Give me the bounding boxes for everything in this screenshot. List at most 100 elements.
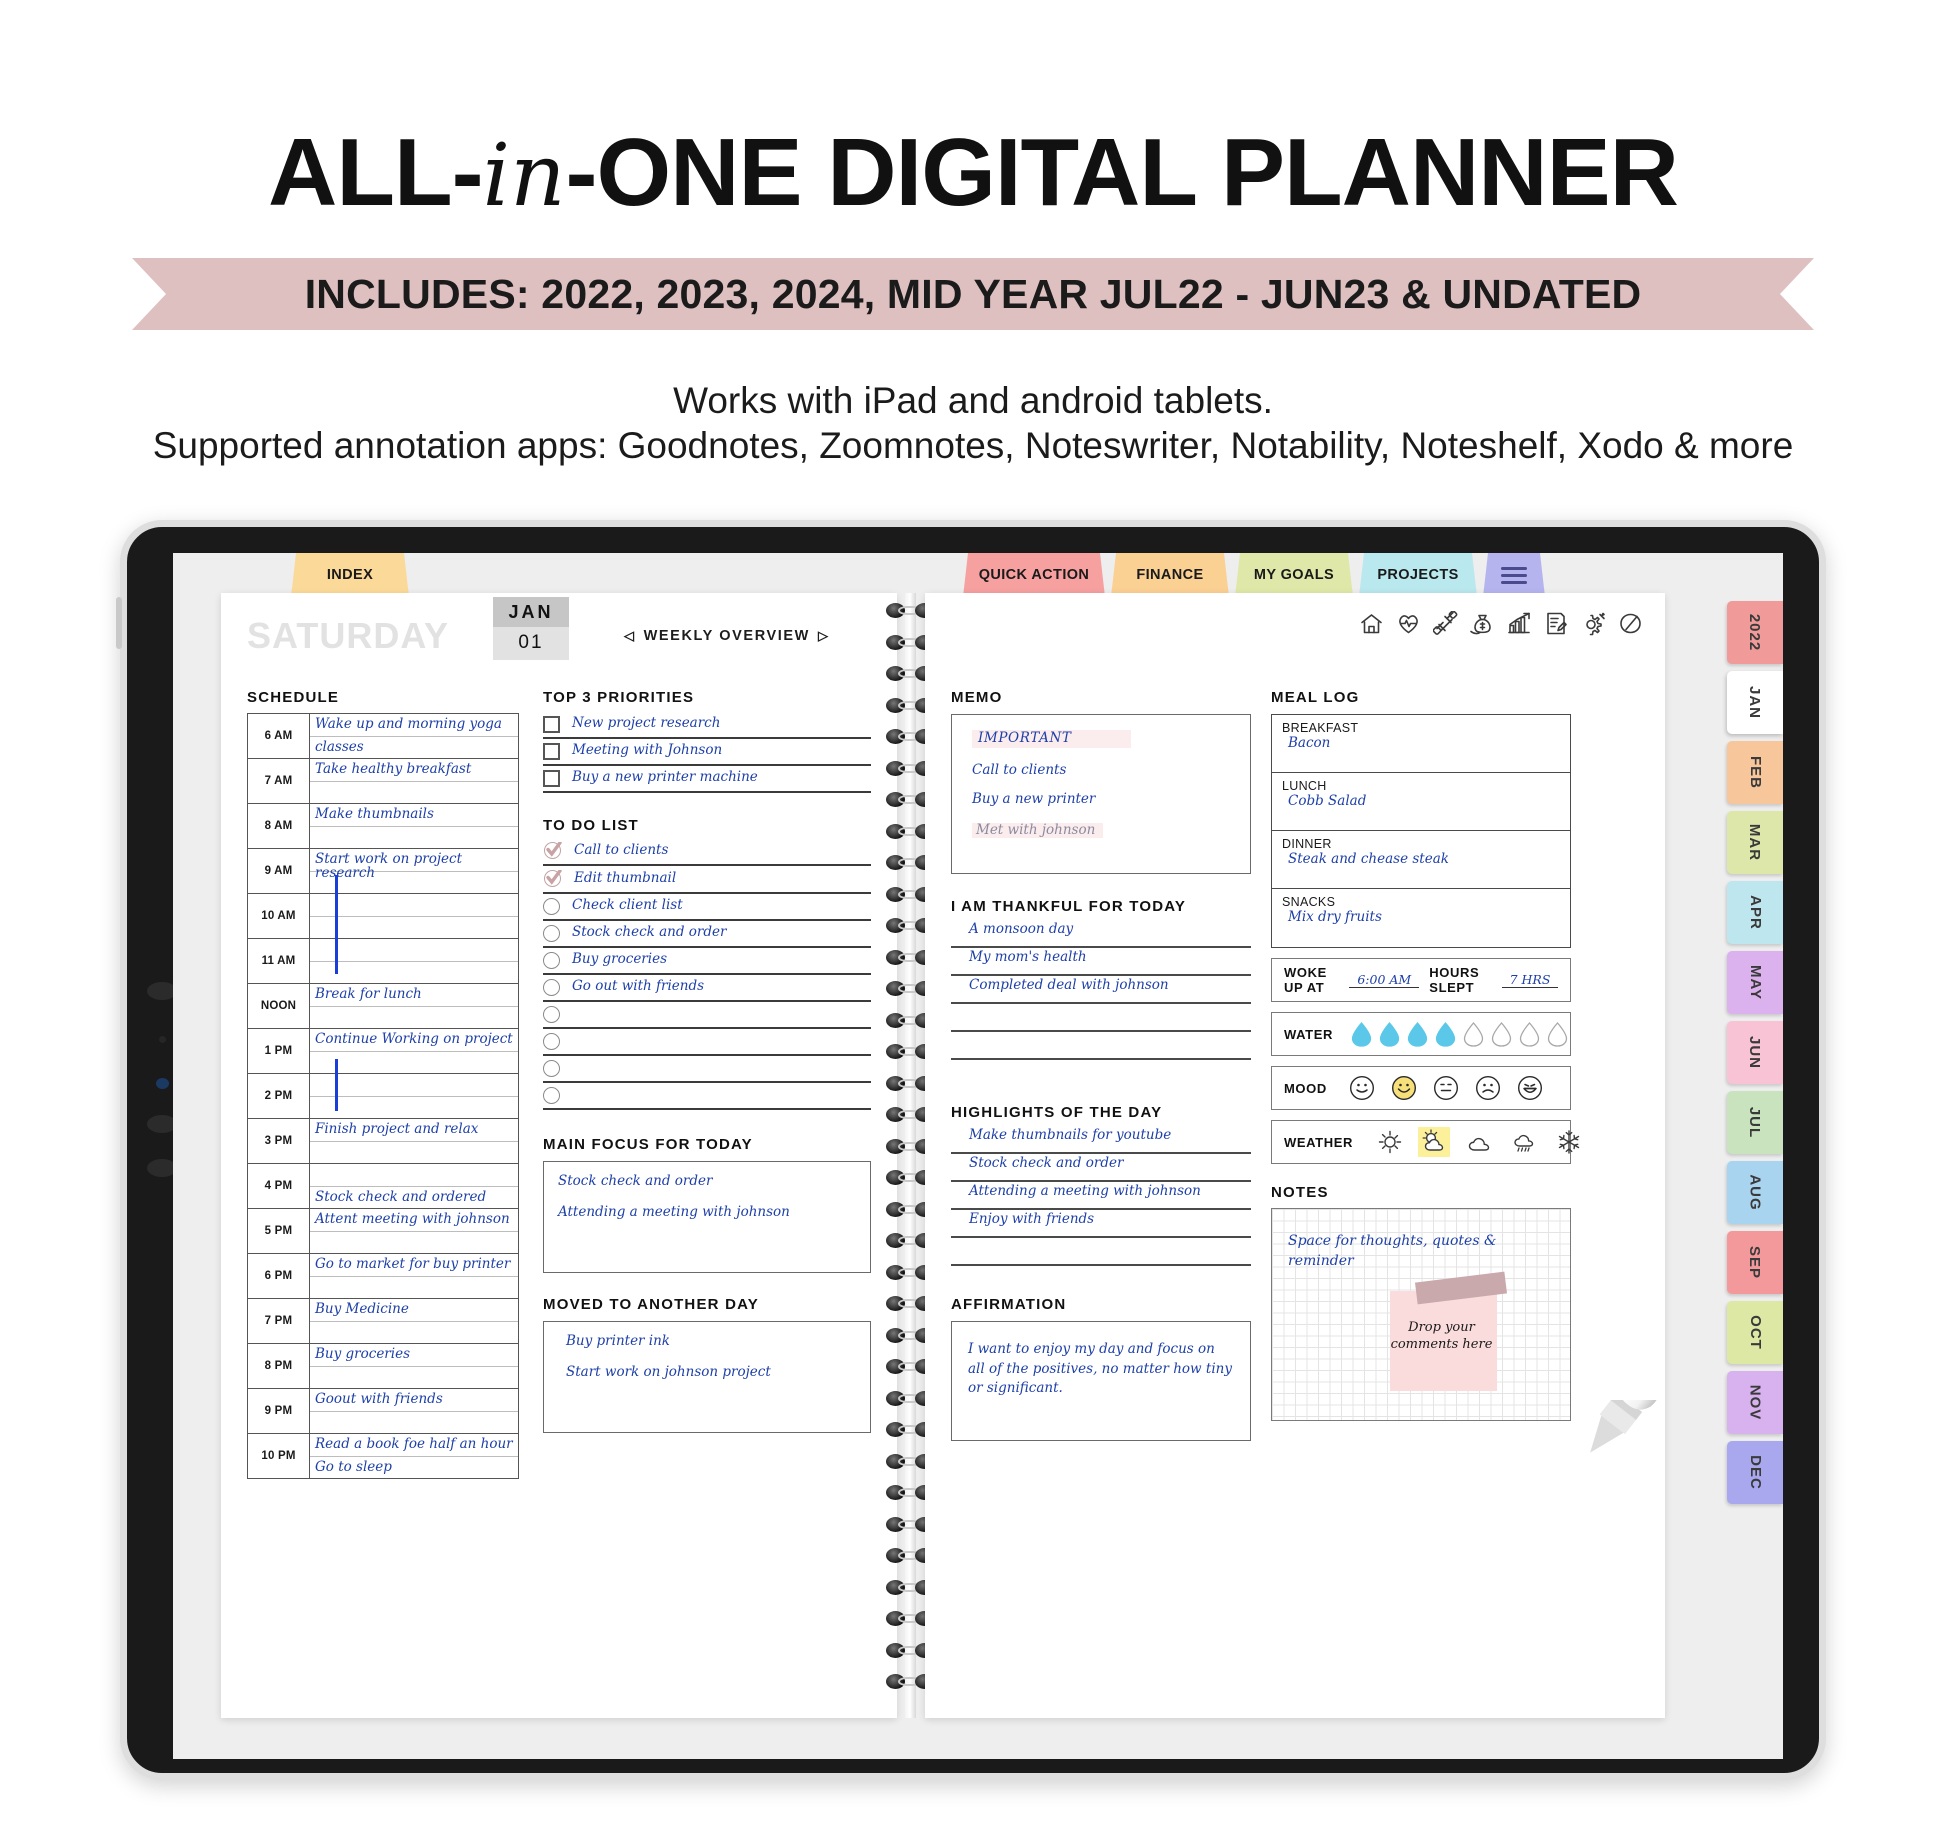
rain-icon[interactable]	[1508, 1127, 1540, 1157]
notepad-pencil-icon[interactable]	[1544, 611, 1569, 636]
water-drop-empty-icon[interactable]	[1463, 1021, 1484, 1047]
schedule-row[interactable]: 8 PM Buy groceries	[247, 1343, 519, 1389]
month-tab-may[interactable]: MAY	[1727, 951, 1783, 1014]
circle-checkbox-icon[interactable]	[543, 1086, 560, 1104]
schedule-row[interactable]: 6 PM Go to market for buy printer	[247, 1253, 519, 1299]
water-tracker[interactable]: WATER	[1271, 1012, 1571, 1056]
todo-row[interactable]: Go out with friends	[543, 975, 871, 1002]
top-tab-quick-action[interactable]: QUICK ACTION	[963, 553, 1105, 597]
highlight-row[interactable]: Enjoy with friends	[951, 1210, 1251, 1238]
schedule-row[interactable]: NOON Break for lunch	[247, 983, 519, 1029]
highlight-row[interactable]: Stock check and order	[951, 1154, 1251, 1182]
month-tab-oct[interactable]: OCT	[1727, 1301, 1783, 1364]
schedule-entry[interactable]: Start work on project research	[309, 848, 519, 894]
todo-row[interactable]	[543, 1083, 871, 1110]
meal-log-box[interactable]: BREAKFAST Bacon LUNCH Cobb Salad DINNER Steak…	[1271, 714, 1571, 948]
schedule-row[interactable]: 7 AM Take healthy breakfast	[247, 758, 519, 804]
meal-cell[interactable]: SNACKS Mix dry fruits	[1272, 889, 1570, 947]
highlight-row[interactable]	[951, 1238, 1251, 1266]
water-drops[interactable]	[1351, 1021, 1568, 1047]
thankful-row[interactable]	[951, 1004, 1251, 1032]
checked-circle-icon[interactable]	[543, 841, 562, 860]
woke-up-value[interactable]: 6:00 AM	[1349, 972, 1420, 988]
schedule-entry[interactable]: Stock check and ordered	[309, 1163, 519, 1209]
checkbox-icon[interactable]	[543, 769, 560, 787]
todo-row[interactable]: Edit thumbnail	[543, 866, 871, 894]
month-tab-jun[interactable]: JUN	[1727, 1021, 1783, 1084]
mood-faces[interactable]	[1349, 1075, 1543, 1101]
month-tab-mar[interactable]: MAR	[1727, 811, 1783, 874]
schedule-entry[interactable]	[309, 1073, 519, 1119]
highlight-row[interactable]: Make thumbnails for youtube	[951, 1126, 1251, 1154]
weather-tracker[interactable]: WEATHER	[1271, 1120, 1580, 1164]
checkbox-icon[interactable]	[543, 742, 560, 760]
circle-checkbox-icon[interactable]	[543, 1059, 560, 1077]
schedule-row[interactable]: 6 AM Wake up and morning yoga classes	[247, 713, 519, 759]
power-button[interactable]	[116, 597, 122, 649]
water-drop-empty-icon[interactable]	[1547, 1021, 1568, 1047]
schedule-entry[interactable]: Take healthy breakfast	[309, 758, 519, 804]
schedule-row[interactable]: 9 AM Start work on project research	[247, 848, 519, 894]
checkbox-icon[interactable]	[543, 715, 560, 733]
priority-row[interactable]: New project research	[543, 712, 871, 739]
todo-row[interactable]: Call to clients	[543, 838, 871, 866]
mood-grin-icon[interactable]	[1391, 1075, 1417, 1101]
priority-row[interactable]: Meeting with Johnson	[543, 739, 871, 766]
schedule-row[interactable]: 5 PM Attent meeting with johnson	[247, 1208, 519, 1254]
schedule-entry[interactable]: Attent meeting with johnson	[309, 1208, 519, 1254]
month-tab-jan[interactable]: JAN	[1727, 671, 1783, 734]
gear-icon[interactable]	[1581, 611, 1606, 636]
growth-chart-icon[interactable]	[1507, 611, 1532, 636]
schedule-entry[interactable]: Finish project and relax	[309, 1118, 519, 1164]
todo-row[interactable]: Buy groceries	[543, 948, 871, 975]
water-drop-filled-icon[interactable]	[1407, 1021, 1428, 1047]
schedule-entry[interactable]: Buy groceries	[309, 1343, 519, 1389]
todo-row[interactable]	[543, 1029, 871, 1056]
cloud-icon[interactable]	[1463, 1127, 1495, 1157]
top-tab-menu[interactable]	[1483, 553, 1545, 597]
affirmation-box[interactable]: I want to enjoy my day and focus on all …	[951, 1321, 1251, 1441]
mood-tracker[interactable]: MOOD	[1271, 1066, 1571, 1110]
schedule-row[interactable]: 10 PM Read a book foe half an hour Go to s…	[247, 1433, 519, 1479]
schedule-row[interactable]: 3 PM Finish project and relax	[247, 1118, 519, 1164]
home-icon[interactable]	[1359, 611, 1384, 636]
schedule-entry[interactable]: Read a book foe half an hour Go to sleep	[309, 1433, 519, 1479]
schedule-entry[interactable]	[309, 938, 519, 984]
water-drop-filled-icon[interactable]	[1435, 1021, 1456, 1047]
sticky-note[interactable]: Drop your comments here	[1390, 1271, 1508, 1391]
meal-cell[interactable]: LUNCH Cobb Salad	[1272, 773, 1570, 831]
month-tab-apr[interactable]: APR	[1727, 881, 1783, 944]
schedule-entry[interactable]: Make thumbnails	[309, 803, 519, 849]
thankful-row[interactable]: Completed deal with johnson	[951, 976, 1251, 1004]
schedule-entry[interactable]: Go to market for buy printer	[309, 1253, 519, 1299]
schedule-entry[interactable]: Wake up and morning yoga classes	[309, 713, 519, 759]
schedule-entry[interactable]: Continue Working on project	[309, 1028, 519, 1074]
prev-arrow-icon[interactable]: ◁	[624, 628, 636, 644]
sun-icon[interactable]	[1373, 1127, 1405, 1157]
top-tab-finance[interactable]: FINANCE	[1111, 553, 1229, 597]
partly-cloudy-icon[interactable]	[1417, 1127, 1450, 1157]
month-tab-nov[interactable]: NOV	[1727, 1371, 1783, 1434]
mood-laugh-icon[interactable]	[1517, 1075, 1543, 1101]
main-focus-box[interactable]: Stock check and order Attending a meetin…	[543, 1161, 871, 1273]
sleep-strip[interactable]: WOKE UP AT 6:00 AM HOURS SLEPT 7 HRS	[1271, 958, 1571, 1002]
priority-row[interactable]: Buy a new printer machine	[543, 766, 871, 793]
todo-row[interactable]: Stock check and order	[543, 921, 871, 948]
mood-neutral-icon[interactable]	[1433, 1075, 1459, 1101]
hours-slept-value[interactable]: 7 HRS	[1502, 972, 1558, 988]
memo-box[interactable]: IMPORTANT Call to clients Buy a new print…	[951, 714, 1251, 874]
month-tab-aug[interactable]: AUG	[1727, 1161, 1783, 1224]
schedule-row[interactable]: 2 PM	[247, 1073, 519, 1119]
circle-checkbox-icon[interactable]	[543, 897, 560, 915]
schedule-row[interactable]: 11 AM	[247, 938, 519, 984]
top-tab-index[interactable]: INDEX	[291, 553, 409, 597]
hamburger-menu-icon[interactable]	[1501, 567, 1527, 584]
todo-row[interactable]	[543, 1002, 871, 1029]
notes-grid-box[interactable]: Space for thoughts, quotes & reminder Dr…	[1271, 1208, 1571, 1421]
schedule-row[interactable]: 10 AM	[247, 893, 519, 939]
schedule-row[interactable]: 8 AM Make thumbnails	[247, 803, 519, 849]
schedule-row[interactable]: 9 PM Goout with friends	[247, 1388, 519, 1434]
thankful-row[interactable]: A monsoon day	[951, 920, 1251, 948]
water-drop-filled-icon[interactable]	[1351, 1021, 1372, 1047]
weekly-overview-nav[interactable]: ◁ WEEKLY OVERVIEW ▷	[624, 628, 830, 644]
